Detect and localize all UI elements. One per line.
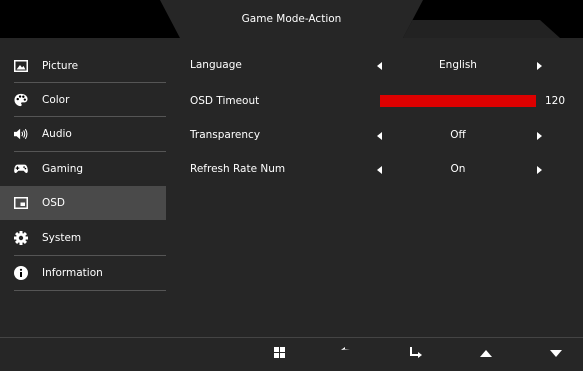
sidebar-item-label: System bbox=[42, 232, 82, 244]
footer-divider bbox=[0, 337, 583, 338]
osd-window-icon bbox=[14, 196, 28, 210]
setting-language[interactable]: Language English bbox=[190, 56, 583, 76]
back-icon bbox=[341, 347, 353, 361]
arrow-left-icon[interactable] bbox=[377, 166, 382, 174]
setting-value: English bbox=[439, 59, 477, 71]
menu-grid-icon bbox=[273, 347, 285, 361]
menu-grid-button[interactable] bbox=[268, 343, 290, 365]
sidebar-item-label: Picture bbox=[42, 60, 79, 72]
setting-value: On bbox=[450, 163, 466, 175]
arrow-right-icon[interactable] bbox=[537, 132, 542, 140]
menu-divider bbox=[14, 290, 166, 291]
sidebar-item-system[interactable]: System bbox=[14, 221, 166, 255]
picture-icon bbox=[14, 59, 28, 73]
down-button[interactable] bbox=[545, 343, 567, 365]
speaker-icon bbox=[14, 127, 28, 141]
arrow-left-icon[interactable] bbox=[377, 62, 382, 70]
settings-panel: Language English OSD Timeout 120 Transpa… bbox=[166, 38, 583, 337]
sidebar-item-label: Audio bbox=[42, 128, 72, 140]
down-arrow-icon bbox=[550, 348, 562, 360]
setting-label: Refresh Rate Num bbox=[190, 163, 286, 175]
enter-button[interactable] bbox=[405, 343, 427, 365]
sidebar-item-information[interactable]: Information bbox=[14, 256, 166, 290]
setting-label: Language bbox=[190, 59, 242, 71]
sidebar-item-label: Gaming bbox=[42, 163, 84, 175]
sidebar-item-audio[interactable]: Audio bbox=[14, 117, 166, 151]
setting-value: Off bbox=[450, 129, 466, 141]
sidebar-item-picture[interactable]: Picture bbox=[14, 49, 166, 83]
arrow-right-icon[interactable] bbox=[537, 62, 542, 70]
palette-icon bbox=[14, 93, 28, 107]
sidebar-item-label: OSD bbox=[42, 197, 66, 209]
back-button[interactable] bbox=[336, 343, 358, 365]
sidebar-item-gaming[interactable]: Gaming bbox=[14, 152, 166, 186]
gear-icon bbox=[14, 231, 28, 245]
arrow-right-icon[interactable] bbox=[537, 166, 542, 174]
gamepad-icon bbox=[14, 162, 28, 176]
sidebar-item-osd[interactable]: OSD bbox=[0, 186, 166, 220]
osd-window: Game Mode-Action Picture Color Audio Gam… bbox=[0, 0, 583, 371]
header-bar: Game Mode-Action bbox=[0, 0, 583, 38]
setting-label: OSD Timeout bbox=[190, 95, 260, 107]
info-icon bbox=[14, 266, 28, 280]
sidebar-item-label: Information bbox=[42, 267, 103, 279]
arrow-left-icon[interactable] bbox=[377, 132, 382, 140]
sidebar-item-label: Color bbox=[42, 94, 70, 106]
page-title: Game Mode-Action bbox=[241, 13, 342, 25]
up-arrow-icon bbox=[480, 348, 492, 360]
setting-refresh-rate-num[interactable]: Refresh Rate Num On bbox=[190, 160, 583, 180]
sidebar-item-color[interactable]: Color bbox=[14, 83, 166, 117]
slider-fill bbox=[380, 95, 536, 107]
setting-osd-timeout[interactable]: OSD Timeout 120 bbox=[190, 92, 583, 112]
slider-value: 120 bbox=[545, 95, 566, 107]
enter-icon bbox=[410, 346, 422, 362]
up-button[interactable] bbox=[475, 343, 497, 365]
setting-label: Transparency bbox=[190, 129, 261, 141]
setting-transparency[interactable]: Transparency Off bbox=[190, 126, 583, 146]
osd-timeout-slider[interactable] bbox=[380, 95, 536, 107]
